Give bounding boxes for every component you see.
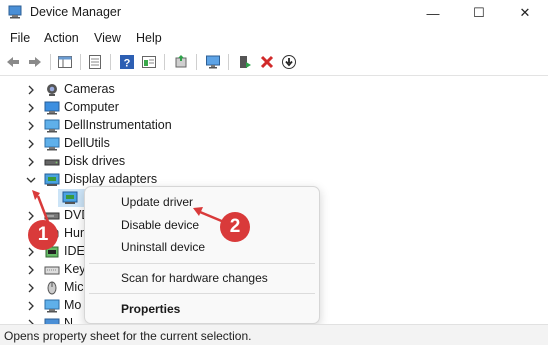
scan-monitor-icon[interactable] — [204, 53, 222, 71]
chevron-down-icon[interactable] — [26, 175, 36, 185]
close-button[interactable]: ✕ — [502, 0, 548, 26]
vertical-scrollbar[interactable] — [538, 78, 548, 324]
menu-item-uninstall-device[interactable]: Uninstall device — [121, 240, 205, 254]
context-menu: Update driver Disable device Uninstall d… — [84, 186, 320, 324]
menu-item-disable-device[interactable]: Disable device — [121, 218, 199, 232]
display-adapter-icon — [62, 191, 78, 204]
svg-text:?: ? — [124, 58, 131, 70]
chevron-right-icon[interactable] — [26, 121, 36, 131]
chevron-right-icon[interactable] — [26, 211, 36, 221]
keyboard-icon — [44, 266, 60, 275]
tree-item-label: Cameras — [64, 82, 115, 96]
menu-separator — [89, 263, 315, 264]
disk-drive-icon — [44, 159, 60, 166]
show-hide-tree-icon[interactable] — [56, 53, 74, 71]
chevron-right-icon[interactable] — [26, 247, 36, 257]
update-driver-icon[interactable] — [172, 53, 190, 71]
tree-item-label: DellUtils — [64, 136, 110, 150]
tree-item-label: Computer — [64, 100, 119, 114]
annotation-badge-2: 2 — [220, 212, 250, 242]
menu-help[interactable]: Help — [136, 31, 162, 45]
tree-item-label: Key — [64, 262, 86, 276]
tree-item-label: Display adapters — [64, 172, 158, 186]
tree-item-computer[interactable]: Computer — [0, 99, 548, 117]
menu-action[interactable]: Action — [44, 31, 79, 45]
maximize-icon: ☐ — [473, 5, 485, 20]
monitor-icon — [44, 119, 60, 133]
chevron-right-icon[interactable] — [26, 85, 36, 95]
network-icon — [44, 318, 60, 324]
forward-arrow-icon[interactable] — [26, 53, 44, 71]
menu-bar: File Action View Help — [0, 28, 548, 48]
enable-device-icon[interactable] — [236, 53, 254, 71]
status-bar: Opens property sheet for the current sel… — [0, 324, 548, 345]
menu-item-properties[interactable]: Properties — [121, 302, 180, 316]
back-arrow-icon[interactable] — [4, 53, 22, 71]
title-bar: Device Manager — ☐ ✕ — [0, 0, 548, 26]
tree-item-label: Mo — [64, 298, 82, 312]
menu-item-update-driver[interactable]: Update driver — [121, 195, 193, 209]
mouse-icon — [47, 281, 57, 295]
monitor-icon — [44, 299, 60, 313]
monitor-icon — [44, 137, 60, 151]
chevron-right-icon[interactable] — [26, 103, 36, 113]
chevron-right-icon[interactable] — [26, 283, 36, 293]
action-view-icon[interactable] — [140, 53, 158, 71]
window-title: Device Manager — [30, 5, 122, 19]
menu-item-scan-hardware[interactable]: Scan for hardware changes — [121, 271, 268, 285]
menu-view[interactable]: View — [94, 31, 121, 45]
properties-icon[interactable] — [86, 53, 104, 71]
minimize-button[interactable]: — — [410, 0, 456, 26]
chevron-right-icon[interactable] — [26, 265, 36, 275]
help-icon[interactable]: ? — [118, 53, 136, 71]
maximize-button[interactable]: ☐ — [456, 0, 502, 26]
display-adapter-icon — [44, 173, 60, 186]
chevron-right-icon[interactable] — [26, 139, 36, 149]
menu-file[interactable]: File — [10, 31, 30, 45]
tree-item-label: Disk drives — [64, 154, 126, 168]
minimize-icon: — — [426, 5, 440, 21]
toolbar: ? — [0, 49, 548, 76]
tree-item-dellinstrumentation[interactable]: DellInstrumentation — [0, 117, 548, 135]
disable-download-icon[interactable] — [280, 53, 298, 71]
tree-item-disk-drives[interactable]: Disk drives — [0, 153, 548, 171]
tree-item-label: Mic — [64, 280, 84, 294]
camera-icon — [47, 84, 57, 96]
tree-item-label: N — [64, 316, 74, 324]
device-manager-app-icon — [8, 5, 22, 19]
chevron-right-icon[interactable] — [26, 301, 36, 311]
menu-separator — [89, 293, 315, 294]
tree-item-dellutils[interactable]: DellUtils — [0, 135, 548, 153]
chevron-right-icon[interactable] — [26, 157, 36, 167]
tree-item-label: DellInstrumentation — [64, 118, 172, 132]
tree-item-cameras[interactable]: Cameras — [0, 81, 548, 99]
close-icon: ✕ — [519, 5, 531, 20]
uninstall-x-icon[interactable] — [258, 53, 276, 71]
status-text: Opens property sheet for the current sel… — [4, 329, 252, 343]
computer-icon — [44, 101, 60, 115]
tree-item-label: IDE — [64, 244, 85, 258]
annotation-badge-1: 1 — [28, 220, 58, 250]
